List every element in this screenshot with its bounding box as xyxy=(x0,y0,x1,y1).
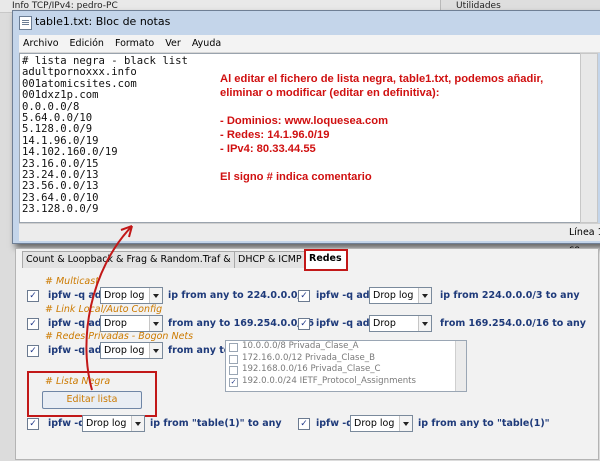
checkbox-icon[interactable]: ✓ xyxy=(229,377,238,387)
net-item[interactable]: 10.0.0.0/8 Privada_Clase_A xyxy=(226,341,466,353)
blacklist-right-checkbox[interactable]: ✓ xyxy=(298,418,310,430)
chevron-down-icon xyxy=(149,288,162,303)
multicast-right-checkbox[interactable]: ✓ xyxy=(298,290,310,302)
linklocal-right-cmd: ipfw -q add xyxy=(316,318,377,329)
chevron-down-icon xyxy=(149,343,162,358)
multicast-title: # Multicast xyxy=(45,276,99,287)
chevron-down-icon xyxy=(399,416,412,431)
private-select[interactable]: Drop log xyxy=(100,342,163,359)
net-item[interactable]: 172.16.0.0/12 Privada_Clase_B xyxy=(226,353,466,365)
note-line-2: eliminar o modificar (editar en definiti… xyxy=(220,87,440,99)
linklocal-right-checkbox[interactable]: ✓ xyxy=(298,318,310,330)
menu-ayuda[interactable]: Ayuda xyxy=(188,35,225,52)
annotation-note: Al editar el fichero de lista negra, tab… xyxy=(220,72,580,184)
menu-formato[interactable]: Formato xyxy=(111,35,158,52)
check-icon: ✓ xyxy=(29,291,37,301)
note-dominios: - Dominios: www.loquesea.com xyxy=(220,115,389,127)
blacklist-right-cmd: ipfw -q xyxy=(316,418,354,429)
multicast-left-select[interactable]: Drop log xyxy=(100,287,163,304)
multicast-left-rule: ip from any to 224.0.0.0/3 xyxy=(168,290,308,301)
tab-redes[interactable]: Redes xyxy=(304,249,348,271)
net-list-scrollbar[interactable] xyxy=(455,341,466,391)
check-icon: ✓ xyxy=(300,319,308,329)
menu-archivo[interactable]: Archivo xyxy=(19,35,63,52)
note-ipv4: - IPv4: 80.33.44.55 xyxy=(220,143,316,155)
tab-dhcp-icmp[interactable]: DHCP & ICMP xyxy=(234,251,308,268)
multicast-right-rule: ip from 224.0.0.0/3 to any xyxy=(440,290,580,301)
net-label: 172.16.0.0/12 Privada_Clase_B xyxy=(242,352,375,363)
note-redes: - Redes: 14.1.96.0/19 xyxy=(220,129,330,141)
linklocal-right-select[interactable]: Drop xyxy=(369,315,432,332)
net-label: 10.0.0.0/8 Privada_Clase_A xyxy=(242,341,359,351)
note-line-1: Al editar el fichero de lista negra, tab… xyxy=(220,73,544,85)
blacklist-left-checkbox[interactable]: ✓ xyxy=(27,418,39,430)
linklocal-left-select[interactable]: Drop xyxy=(100,315,163,332)
notepad-title: table1.txt: Bloc de notas xyxy=(35,15,171,28)
notepad-text-area[interactable]: # lista negra - black list adultpornoxxx… xyxy=(19,53,581,223)
select-value: Drop xyxy=(104,318,127,329)
net-label: 192.0.0.0/24 IETF_Protocol_Assignments xyxy=(242,375,417,386)
notepad-menubar: Archivo Edición Formato Ver Ayuda xyxy=(19,35,600,53)
checkbox-icon[interactable] xyxy=(229,354,238,364)
check-icon: ✓ xyxy=(300,291,308,301)
chevron-down-icon xyxy=(131,416,144,431)
multicast-left-checkbox[interactable]: ✓ xyxy=(27,290,39,302)
net-item[interactable]: ✓ 192.0.0.0/24 IETF_Protocol_Assignments xyxy=(226,376,466,388)
linklocal-left-checkbox[interactable]: ✓ xyxy=(27,318,39,330)
private-checkbox[interactable]: ✓ xyxy=(27,345,39,357)
net-label: 192.168.0.0/16 Privada_Clase_C xyxy=(242,364,381,375)
chevron-down-icon xyxy=(418,316,431,331)
check-icon: ✓ xyxy=(300,419,308,429)
private-rule: from any to xyxy=(168,345,231,356)
blacklist-left-select[interactable]: Drop log xyxy=(82,415,145,432)
blacklist-file-content: # lista negra - black list adultpornoxxx… xyxy=(22,55,188,216)
select-value: Drop log xyxy=(373,290,414,301)
note-comment: El signo # indica comentario xyxy=(220,171,372,183)
blacklist-title: # Lista Negra xyxy=(45,376,111,387)
multicast-right-select[interactable]: Drop log xyxy=(369,287,432,304)
check-icon: ✓ xyxy=(29,319,37,329)
linklocal-right-rule: from 169.254.0.0/16 to any xyxy=(440,318,586,329)
edit-list-button[interactable]: Editar lista xyxy=(42,391,142,409)
select-value: Drop log xyxy=(86,418,127,429)
linklocal-left-rule: from any to 169.254.0.0/16 xyxy=(168,318,314,329)
checkbox-icon[interactable] xyxy=(229,366,238,376)
tab-count-loopback[interactable]: Count & Loopback & Frag & Random.Traf & … xyxy=(22,251,254,268)
check-icon: ✓ xyxy=(29,419,37,429)
select-value: Drop log xyxy=(104,290,145,301)
chevron-down-icon xyxy=(149,316,162,331)
menu-ver[interactable]: Ver xyxy=(161,35,185,52)
blacklist-left-rule: ip from "table(1)" to any xyxy=(150,418,282,429)
select-value: Drop log xyxy=(104,345,145,356)
linklocal-title: # Link Local/Auto Config xyxy=(45,304,163,315)
notepad-icon xyxy=(19,16,32,30)
blacklist-right-select[interactable]: Drop log xyxy=(350,415,413,432)
notepad-scrollbar[interactable] xyxy=(580,53,598,223)
select-value: Drop xyxy=(373,318,396,329)
blacklist-left-cmd: ipfw -q xyxy=(48,418,86,429)
menu-edicion[interactable]: Edición xyxy=(66,35,108,52)
select-value: Drop log xyxy=(354,418,395,429)
multicast-right-cmd: ipfw -q add xyxy=(316,290,377,301)
notepad-statusbar: Línea 1, co xyxy=(19,223,600,255)
chevron-down-icon xyxy=(418,288,431,303)
net-item[interactable]: 192.168.0.0/16 Privada_Clase_C xyxy=(226,364,466,376)
private-nets-title: # Redes Privadas - Bogon Nets xyxy=(45,331,194,342)
check-icon: ✓ xyxy=(29,346,37,356)
notepad-titlebar[interactable]: table1.txt: Bloc de notas xyxy=(13,11,600,33)
blacklist-right-rule: ip from any to "table(1)" xyxy=(418,418,550,429)
checkbox-icon[interactable] xyxy=(229,343,238,352)
private-nets-list[interactable]: 10.0.0.0/8 Privada_Clase_A 172.16.0.0/12… xyxy=(225,340,467,392)
notepad-window: table1.txt: Bloc de notas Archivo Edició… xyxy=(12,10,600,255)
